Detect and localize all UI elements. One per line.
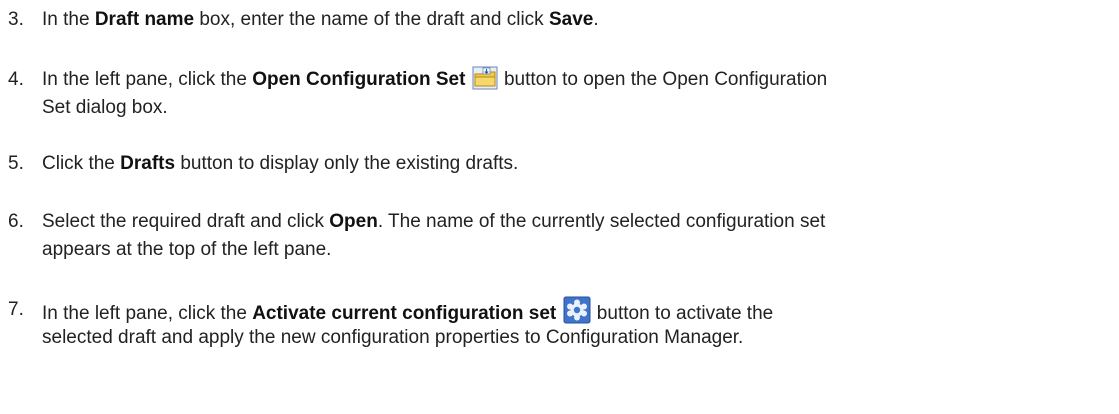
- step-text: button to open the Open Configuration: [498, 69, 828, 90]
- step-text-line: Click the Drafts button to display only …: [42, 150, 518, 178]
- step-text-line: Select the required draft and click Open…: [42, 208, 825, 236]
- step-text: .: [593, 9, 599, 30]
- step-number: 4.: [8, 69, 24, 90]
- step-text-line: In the Draft name box, enter the name of…: [42, 6, 599, 34]
- step-text: button to display only the existing draf…: [175, 153, 519, 174]
- instruction-steps: 3. In the Draft name box, enter the name…: [0, 0, 1119, 414]
- ui-term-activate-current-configuration-set: Activate current configuration set: [252, 303, 557, 324]
- step-text: button to activate the: [591, 303, 774, 324]
- step-number: 7.: [8, 299, 24, 320]
- step-number: 6.: [8, 211, 24, 232]
- step-number: 3.: [8, 9, 24, 30]
- step-text-line: Set dialog box.: [42, 97, 168, 118]
- step-text-line: selected draft and apply the new configu…: [42, 327, 744, 348]
- step-text: In the left pane, click the: [42, 303, 253, 324]
- ui-term-open-configuration-set: Open Configuration Set: [252, 69, 466, 90]
- step-text: . The name of the currently selected con…: [377, 211, 826, 232]
- step-text: In the: [42, 9, 95, 30]
- step-number: 5.: [8, 153, 24, 174]
- step-text: box, enter the name of the draft and cli…: [194, 9, 549, 30]
- step-text: In the left pane, click the: [42, 69, 253, 90]
- step-text: Select the required draft and click: [42, 211, 330, 232]
- step-text: Click the: [42, 153, 121, 174]
- ui-term-drafts: Drafts: [120, 153, 176, 174]
- ui-term-save: Save: [548, 9, 594, 30]
- step-text-line: appears at the top of the left pane.: [42, 239, 332, 260]
- ui-term-draft-name: Draft name: [94, 9, 195, 30]
- open-folder-icon: [472, 66, 498, 99]
- ui-term-open: Open: [329, 211, 378, 232]
